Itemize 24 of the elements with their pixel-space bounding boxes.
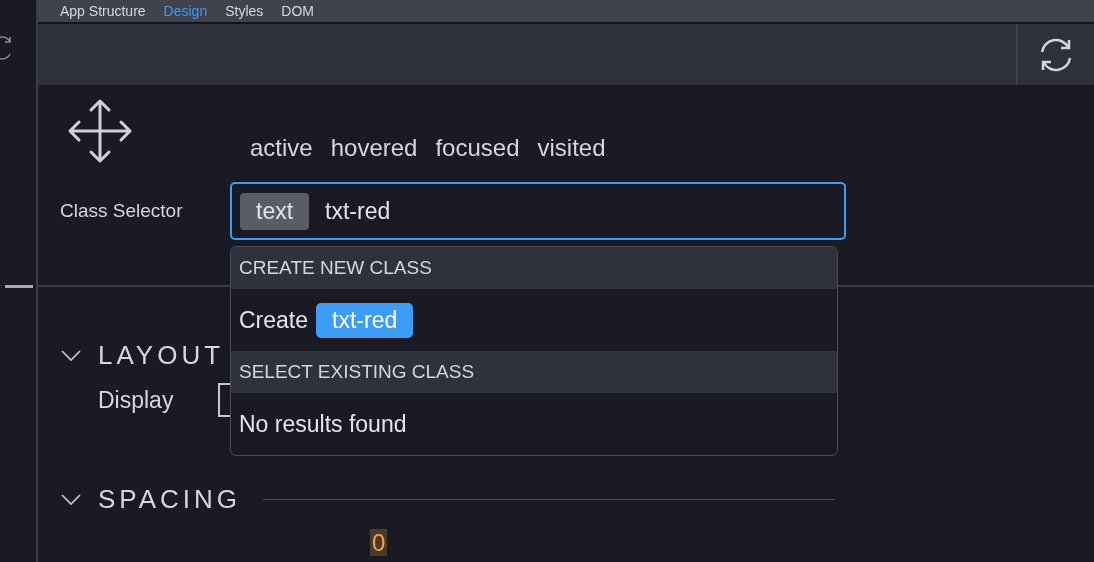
state-option[interactable]: hovered (330, 134, 418, 162)
tab[interactable]: App Structure (60, 3, 146, 19)
spacing-value[interactable]: 0 (370, 529, 388, 556)
move-icon (67, 98, 133, 164)
section-title[interactable]: LAYOUT (98, 339, 225, 371)
dropdown-header: SELECT EXISTING CLASS (231, 351, 837, 393)
refresh-icon[interactable] (0, 36, 14, 60)
state-option[interactable]: focused (435, 134, 520, 162)
state-option[interactable]: visited (537, 134, 606, 162)
class-selector-label: Class Selector (60, 200, 184, 222)
class-selector-field[interactable]: text txt-red (230, 182, 846, 240)
no-results-message: No results found (239, 410, 407, 438)
dropdown-header: CREATE NEW CLASS (231, 247, 837, 289)
section-title[interactable]: SPACING (98, 483, 242, 515)
tab[interactable]: DOM (281, 3, 314, 19)
state-option[interactable]: active (250, 134, 313, 162)
chevron-icon[interactable] (60, 492, 82, 506)
typed-text: txt-red (325, 197, 391, 225)
chevron-icon[interactable] (60, 348, 82, 362)
field-label: Display (98, 386, 175, 414)
class-tag[interactable]: text (240, 192, 310, 230)
create-label: Create (239, 306, 309, 334)
tab[interactable]: Styles (225, 3, 264, 19)
tab[interactable]: Design (163, 3, 208, 19)
